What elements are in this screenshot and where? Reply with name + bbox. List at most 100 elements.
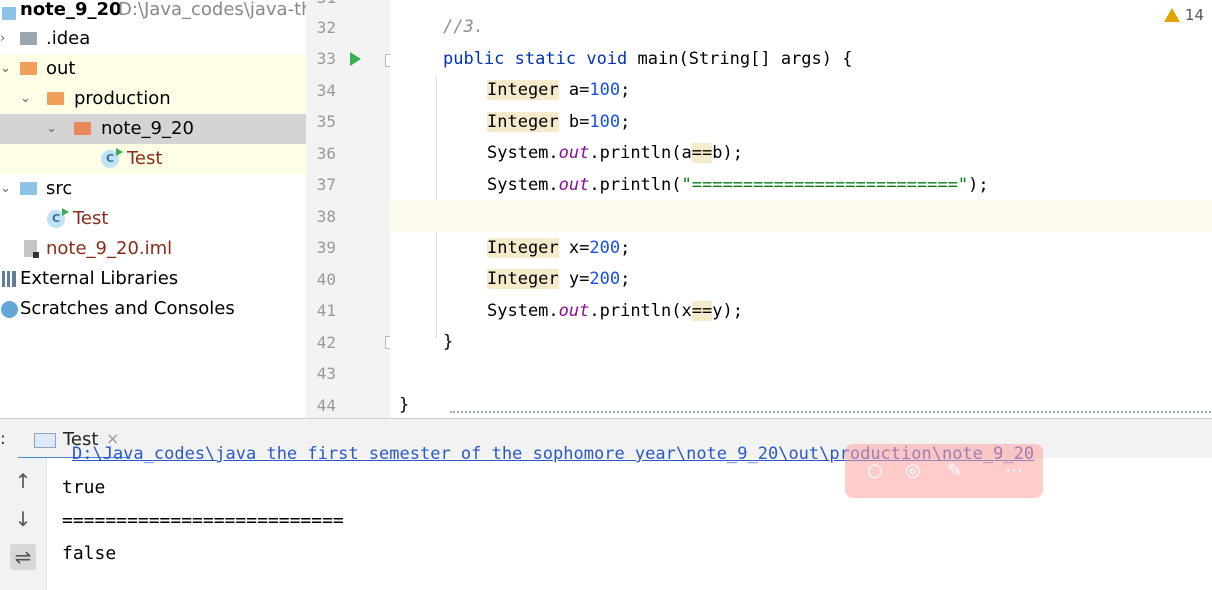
line-number: 33: [316, 49, 336, 68]
code-line-34: Integer a=100;: [390, 75, 1212, 106]
soft-wrap-icon[interactable]: ⇌: [10, 544, 36, 570]
code-line-38-current: [390, 201, 1212, 232]
edit-icon[interactable]: ✎: [947, 460, 962, 481]
console-line: false: [62, 543, 117, 564]
code-token: );: [722, 143, 743, 163]
tree-item-label: Test: [73, 208, 109, 229]
tree-item-idea[interactable]: › .idea: [0, 24, 306, 54]
java-class-icon: C: [47, 208, 69, 228]
scrolled-text-edge: [450, 406, 1212, 418]
folder-icon: [20, 62, 37, 75]
type-name: Integer: [487, 80, 559, 100]
type-name: Integer: [487, 269, 559, 289]
ai-icon[interactable]: ◎: [905, 460, 921, 481]
code-token: b: [712, 143, 723, 163]
code-token: }: [443, 332, 454, 352]
line-number: 44: [316, 396, 336, 415]
project-root-path: D:\Java_codes\java-th: [118, 0, 313, 20]
operator-highlight: ==: [691, 143, 713, 163]
more-icon[interactable]: ⋯: [1005, 460, 1023, 481]
line-number: 43: [316, 364, 336, 383]
code-line-42: }: [390, 327, 1212, 358]
folder-icon: [20, 32, 37, 45]
console-line: ==========================: [62, 510, 344, 531]
chevron-down-icon[interactable]: ⌄: [0, 54, 11, 84]
code-token: );: [968, 175, 989, 195]
code-token: ;: [620, 112, 631, 132]
project-tree: note_9_20 D:\Java_codes\java-th › .idea …: [0, 0, 313, 418]
scroll-down-icon[interactable]: ↓: [10, 506, 36, 532]
floating-toolbar[interactable]: ○ ◎ ✎ ⋯: [845, 444, 1043, 498]
code-token: .println(: [589, 301, 682, 321]
operator-highlight: ==: [691, 301, 713, 321]
number-literal: 100: [589, 112, 621, 132]
tree-item-test-class-out[interactable]: C Test: [0, 144, 306, 174]
keyword: static: [514, 49, 577, 69]
line-number: 39: [316, 238, 336, 257]
console-icon: [34, 433, 56, 448]
scroll-up-icon[interactable]: ↑: [10, 468, 36, 494]
code-token: System.: [487, 143, 559, 163]
code-token: a: [681, 143, 692, 163]
static-field: out: [558, 143, 590, 163]
code-token: System.: [487, 301, 559, 321]
project-root-name: note_9_20: [20, 0, 122, 20]
chevron-down-icon[interactable]: ⌄: [20, 84, 31, 114]
chevron-down-icon[interactable]: ⌄: [0, 174, 11, 204]
tree-item-label: note_9_20: [101, 118, 194, 139]
line-number: 37: [316, 175, 336, 194]
project-icon: [2, 7, 16, 20]
line-number: 36: [316, 144, 336, 163]
editor-gutter: 31 32 33 34 35 36 37 38 39 40 41 42 43 4…: [306, 0, 397, 418]
code-line-39: Integer x=200;: [390, 233, 1212, 264]
tree-item-label: out: [46, 58, 76, 79]
tree-item-iml[interactable]: note_9_20.iml: [0, 234, 306, 264]
run-gutter-icon[interactable]: [350, 52, 361, 66]
tree-item-label: Scratches and Consoles: [20, 298, 235, 319]
tree-item-external-libraries[interactable]: External Libraries: [0, 264, 306, 294]
type-name: Integer: [487, 238, 559, 258]
code-token: y=: [558, 269, 590, 289]
tree-item-scratches[interactable]: Scratches and Consoles: [0, 294, 306, 324]
code-line-33: public static void main(String[] args) {: [390, 44, 1212, 75]
static-field: out: [558, 301, 590, 321]
tree-item-label: .idea: [46, 28, 91, 49]
tree-item-note-9-20[interactable]: ⌄ note_9_20: [0, 114, 306, 144]
string-literal: "==========================": [681, 175, 969, 195]
java-class-icon: C: [101, 148, 123, 168]
chevron-down-icon[interactable]: ⌄: [46, 114, 57, 144]
tree-item-production[interactable]: ⌄ production: [0, 84, 306, 114]
search-icon[interactable]: ○: [867, 460, 883, 481]
code-token: }: [399, 395, 410, 415]
line-number: 42: [316, 333, 336, 352]
line-number: 38: [316, 207, 336, 226]
folder-icon: [74, 122, 91, 135]
project-root-row[interactable]: note_9_20 D:\Java_codes\java-th: [0, 0, 313, 25]
chevron-right-icon[interactable]: ›: [0, 24, 5, 54]
console-toolbar: ↑ ↓ ⇌: [0, 458, 47, 590]
code-line-41: System.out.println(x==y);: [390, 296, 1212, 327]
tree-item-src[interactable]: ⌄ src: [0, 174, 306, 204]
code-token: ;: [620, 80, 631, 100]
code-line-36: System.out.println(a==b);: [390, 138, 1212, 169]
code-token: x: [681, 301, 692, 321]
method-signature: main(String[] args) {: [627, 49, 853, 69]
keyword: public: [443, 49, 505, 69]
tree-item-test-class-src[interactable]: C Test: [0, 204, 306, 234]
code-line-37: System.out.println("====================…: [390, 170, 1212, 201]
tree-item-out[interactable]: ⌄ out: [0, 54, 306, 84]
code-editor[interactable]: 14 //3. public static void main(String[]…: [390, 0, 1212, 418]
number-literal: 200: [589, 238, 621, 258]
code-line-40: Integer y=200;: [390, 264, 1212, 295]
module-file-icon: [24, 240, 39, 258]
line-number: 40: [316, 270, 336, 289]
code-token: b=: [558, 112, 590, 132]
keyword: void: [586, 49, 628, 69]
tree-item-label: src: [46, 178, 73, 199]
tree-item-label: External Libraries: [20, 268, 179, 289]
line-number: 32: [316, 18, 336, 37]
tool-window-label: :: [0, 429, 6, 449]
code-token: .println(: [589, 175, 682, 195]
source-folder-icon: [20, 182, 37, 195]
tree-item-label: production: [74, 88, 171, 109]
